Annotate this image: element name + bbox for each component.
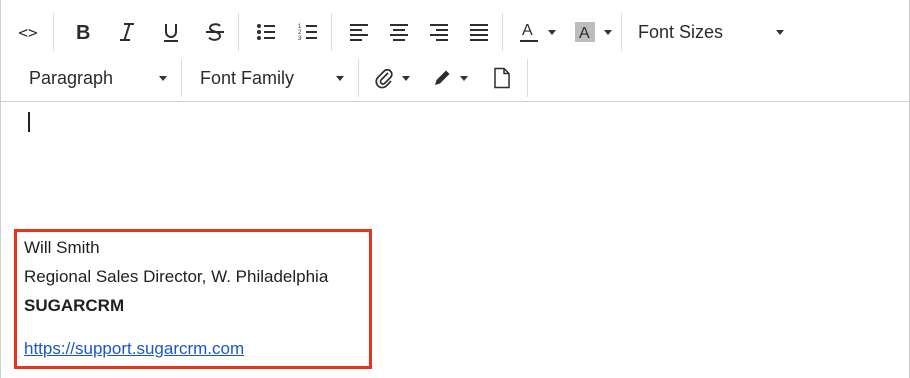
- bullet-list-icon: [257, 24, 275, 40]
- chevron-down-icon: [460, 75, 468, 81]
- underline-button[interactable]: [154, 15, 188, 49]
- align-left-button[interactable]: [342, 15, 376, 49]
- toolbar-row-1: <> B 12 3 A A Font Sizes: [1, 8, 800, 56]
- text-color-icon: A: [520, 22, 538, 42]
- list-group: 123: [239, 13, 332, 51]
- font-sizes-select[interactable]: Font Sizes: [628, 15, 794, 49]
- new-document-button[interactable]: [485, 61, 519, 95]
- chevron-down-icon: [604, 29, 612, 35]
- signature-link[interactable]: https://support.sugarcrm.com: [24, 339, 244, 359]
- document-icon: [494, 67, 510, 89]
- align-center-button[interactable]: [382, 15, 416, 49]
- align-justify-icon: [470, 24, 488, 41]
- paperclip-icon: [375, 68, 393, 89]
- chevron-down-icon: [159, 75, 167, 81]
- svg-text:A: A: [522, 22, 533, 39]
- underline-icon: [164, 24, 178, 42]
- italic-icon: [120, 23, 134, 41]
- toolbar-row-2: Paragraph Font Family: [1, 54, 528, 102]
- background-color-button[interactable]: A: [571, 15, 615, 49]
- bold-icon: B: [76, 22, 90, 43]
- align-right-button[interactable]: [422, 15, 456, 49]
- text-color-button[interactable]: A: [515, 15, 559, 49]
- italic-button[interactable]: [110, 15, 144, 49]
- bullet-list-button[interactable]: [249, 15, 283, 49]
- svg-text:B: B: [76, 22, 90, 43]
- svg-text:A: A: [579, 25, 590, 42]
- text-style-group: B: [54, 13, 239, 51]
- align-left-icon: [350, 24, 368, 41]
- insert-group: [359, 59, 528, 97]
- font-sizes-label: Font Sizes: [638, 21, 724, 42]
- strikethrough-icon: [206, 23, 224, 41]
- chevron-down-icon: [402, 75, 410, 81]
- signature-title: Regional Sales Director, W. Philadelphia: [24, 267, 329, 286]
- paragraph-group: Paragraph: [1, 59, 182, 97]
- attach-button[interactable]: [371, 61, 413, 95]
- align-right-icon: [430, 24, 448, 41]
- chevron-down-icon: [548, 29, 556, 35]
- font-family-label: Font Family: [200, 67, 295, 88]
- align-center-icon: [390, 24, 408, 41]
- font-size-group: Font Sizes: [622, 13, 800, 51]
- svg-text:3: 3: [298, 36, 302, 42]
- code-view-button[interactable]: <>: [11, 15, 45, 49]
- code-group: <>: [1, 13, 54, 51]
- editor-toolbar: <> B 12 3 A A Font Sizes Paragraph Font …: [1, 0, 909, 102]
- background-color-icon: A: [575, 22, 595, 42]
- paragraph-select[interactable]: Paragraph: [9, 61, 177, 95]
- align-justify-button[interactable]: [462, 15, 496, 49]
- edit-button[interactable]: [429, 61, 471, 95]
- color-group: A A: [503, 13, 622, 51]
- strikethrough-button[interactable]: [198, 15, 232, 49]
- chevron-down-icon: [336, 75, 344, 81]
- signature-name: Will Smith: [24, 238, 100, 257]
- align-group: [332, 13, 503, 51]
- text-cursor: [28, 112, 30, 132]
- signature-company: SUGARCRM: [24, 296, 125, 315]
- font-family-group: Font Family: [182, 59, 359, 97]
- numbered-list-icon: 123: [298, 24, 317, 42]
- paragraph-label: Paragraph: [29, 67, 114, 88]
- chevron-down-icon: [776, 29, 784, 35]
- pencil-icon: [435, 70, 450, 85]
- font-family-select[interactable]: Font Family: [186, 61, 354, 95]
- rich-text-editor: <> B 12 3 A A Font Sizes Paragraph Font …: [0, 0, 910, 378]
- bold-button[interactable]: B: [66, 15, 100, 49]
- numbered-list-button[interactable]: 123: [291, 15, 325, 49]
